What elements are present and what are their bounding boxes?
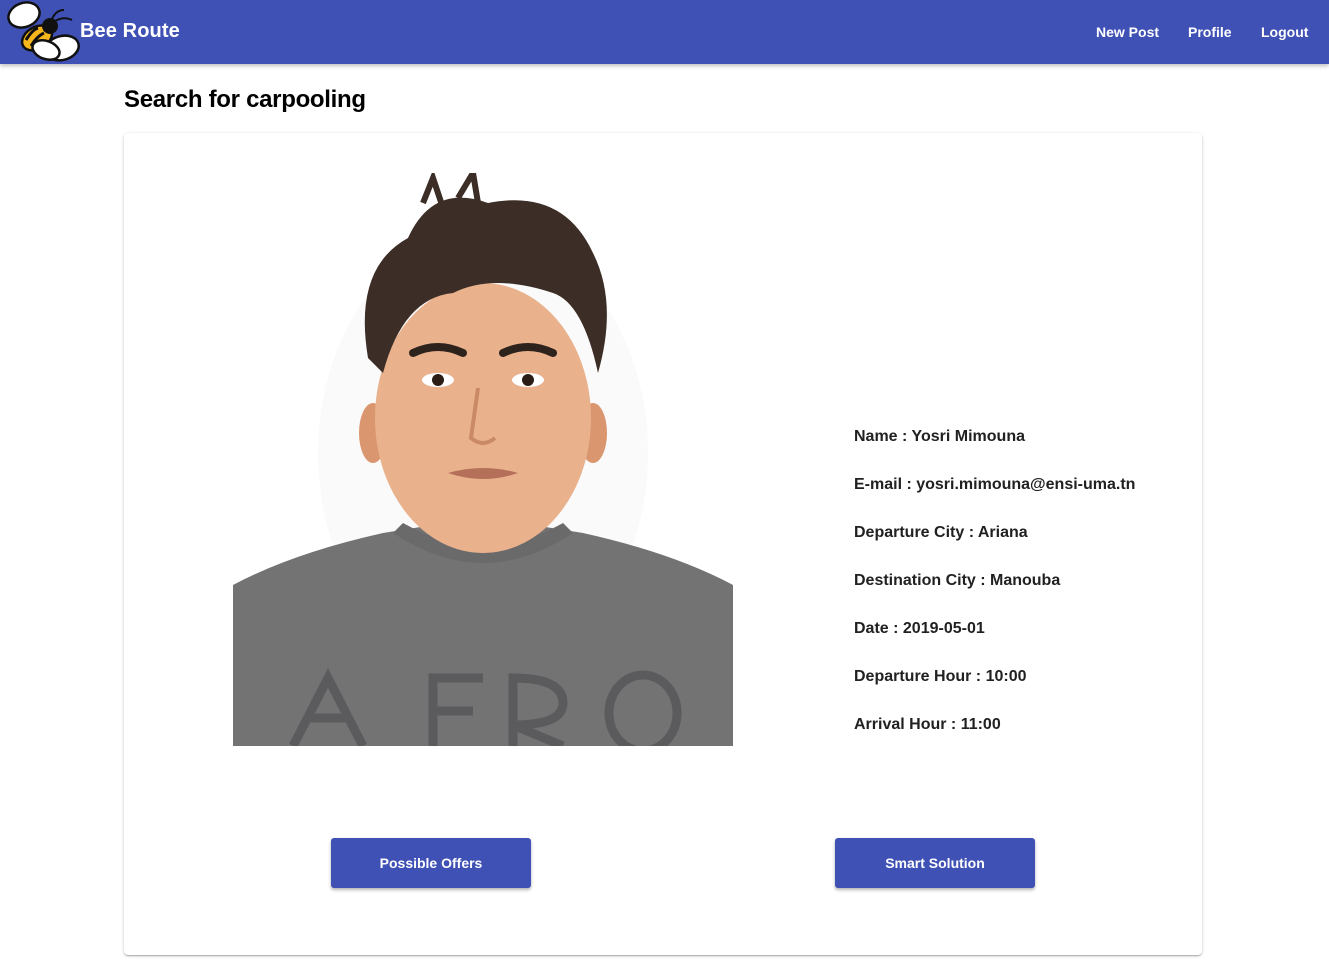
info-email: E-mail : yosri.mimouna@ensi-uma.tn — [854, 476, 1136, 493]
possible-offers-button[interactable]: Possible Offers — [331, 838, 531, 888]
info-name: Name : Yosri Mimouna — [854, 428, 1025, 445]
info-departure-city: Departure City : Ariana — [854, 524, 1028, 541]
profile-card: Name : Yosri Mimouna E-mail : yosri.mimo… — [124, 133, 1202, 955]
nav-new-post-link[interactable]: New Post — [1096, 24, 1159, 40]
bee-logo-icon[interactable] — [4, 0, 82, 70]
top-navbar: Bee Route New Post Profile Logout — [0, 0, 1329, 64]
info-date: Date : 2019-05-01 — [854, 620, 985, 637]
brand-title[interactable]: Bee Route — [80, 20, 180, 43]
profile-photo — [233, 173, 733, 746]
info-arrival-hour: Arrival Hour : 11:00 — [854, 716, 1001, 733]
info-destination-city: Destination City : Manouba — [854, 572, 1061, 589]
page-title: Search for carpooling — [124, 86, 366, 113]
smart-solution-button[interactable]: Smart Solution — [835, 838, 1035, 888]
nav-logout-link[interactable]: Logout — [1261, 24, 1308, 40]
info-departure-hour: Departure Hour : 10:00 — [854, 668, 1027, 685]
nav-profile-link[interactable]: Profile — [1188, 24, 1232, 40]
